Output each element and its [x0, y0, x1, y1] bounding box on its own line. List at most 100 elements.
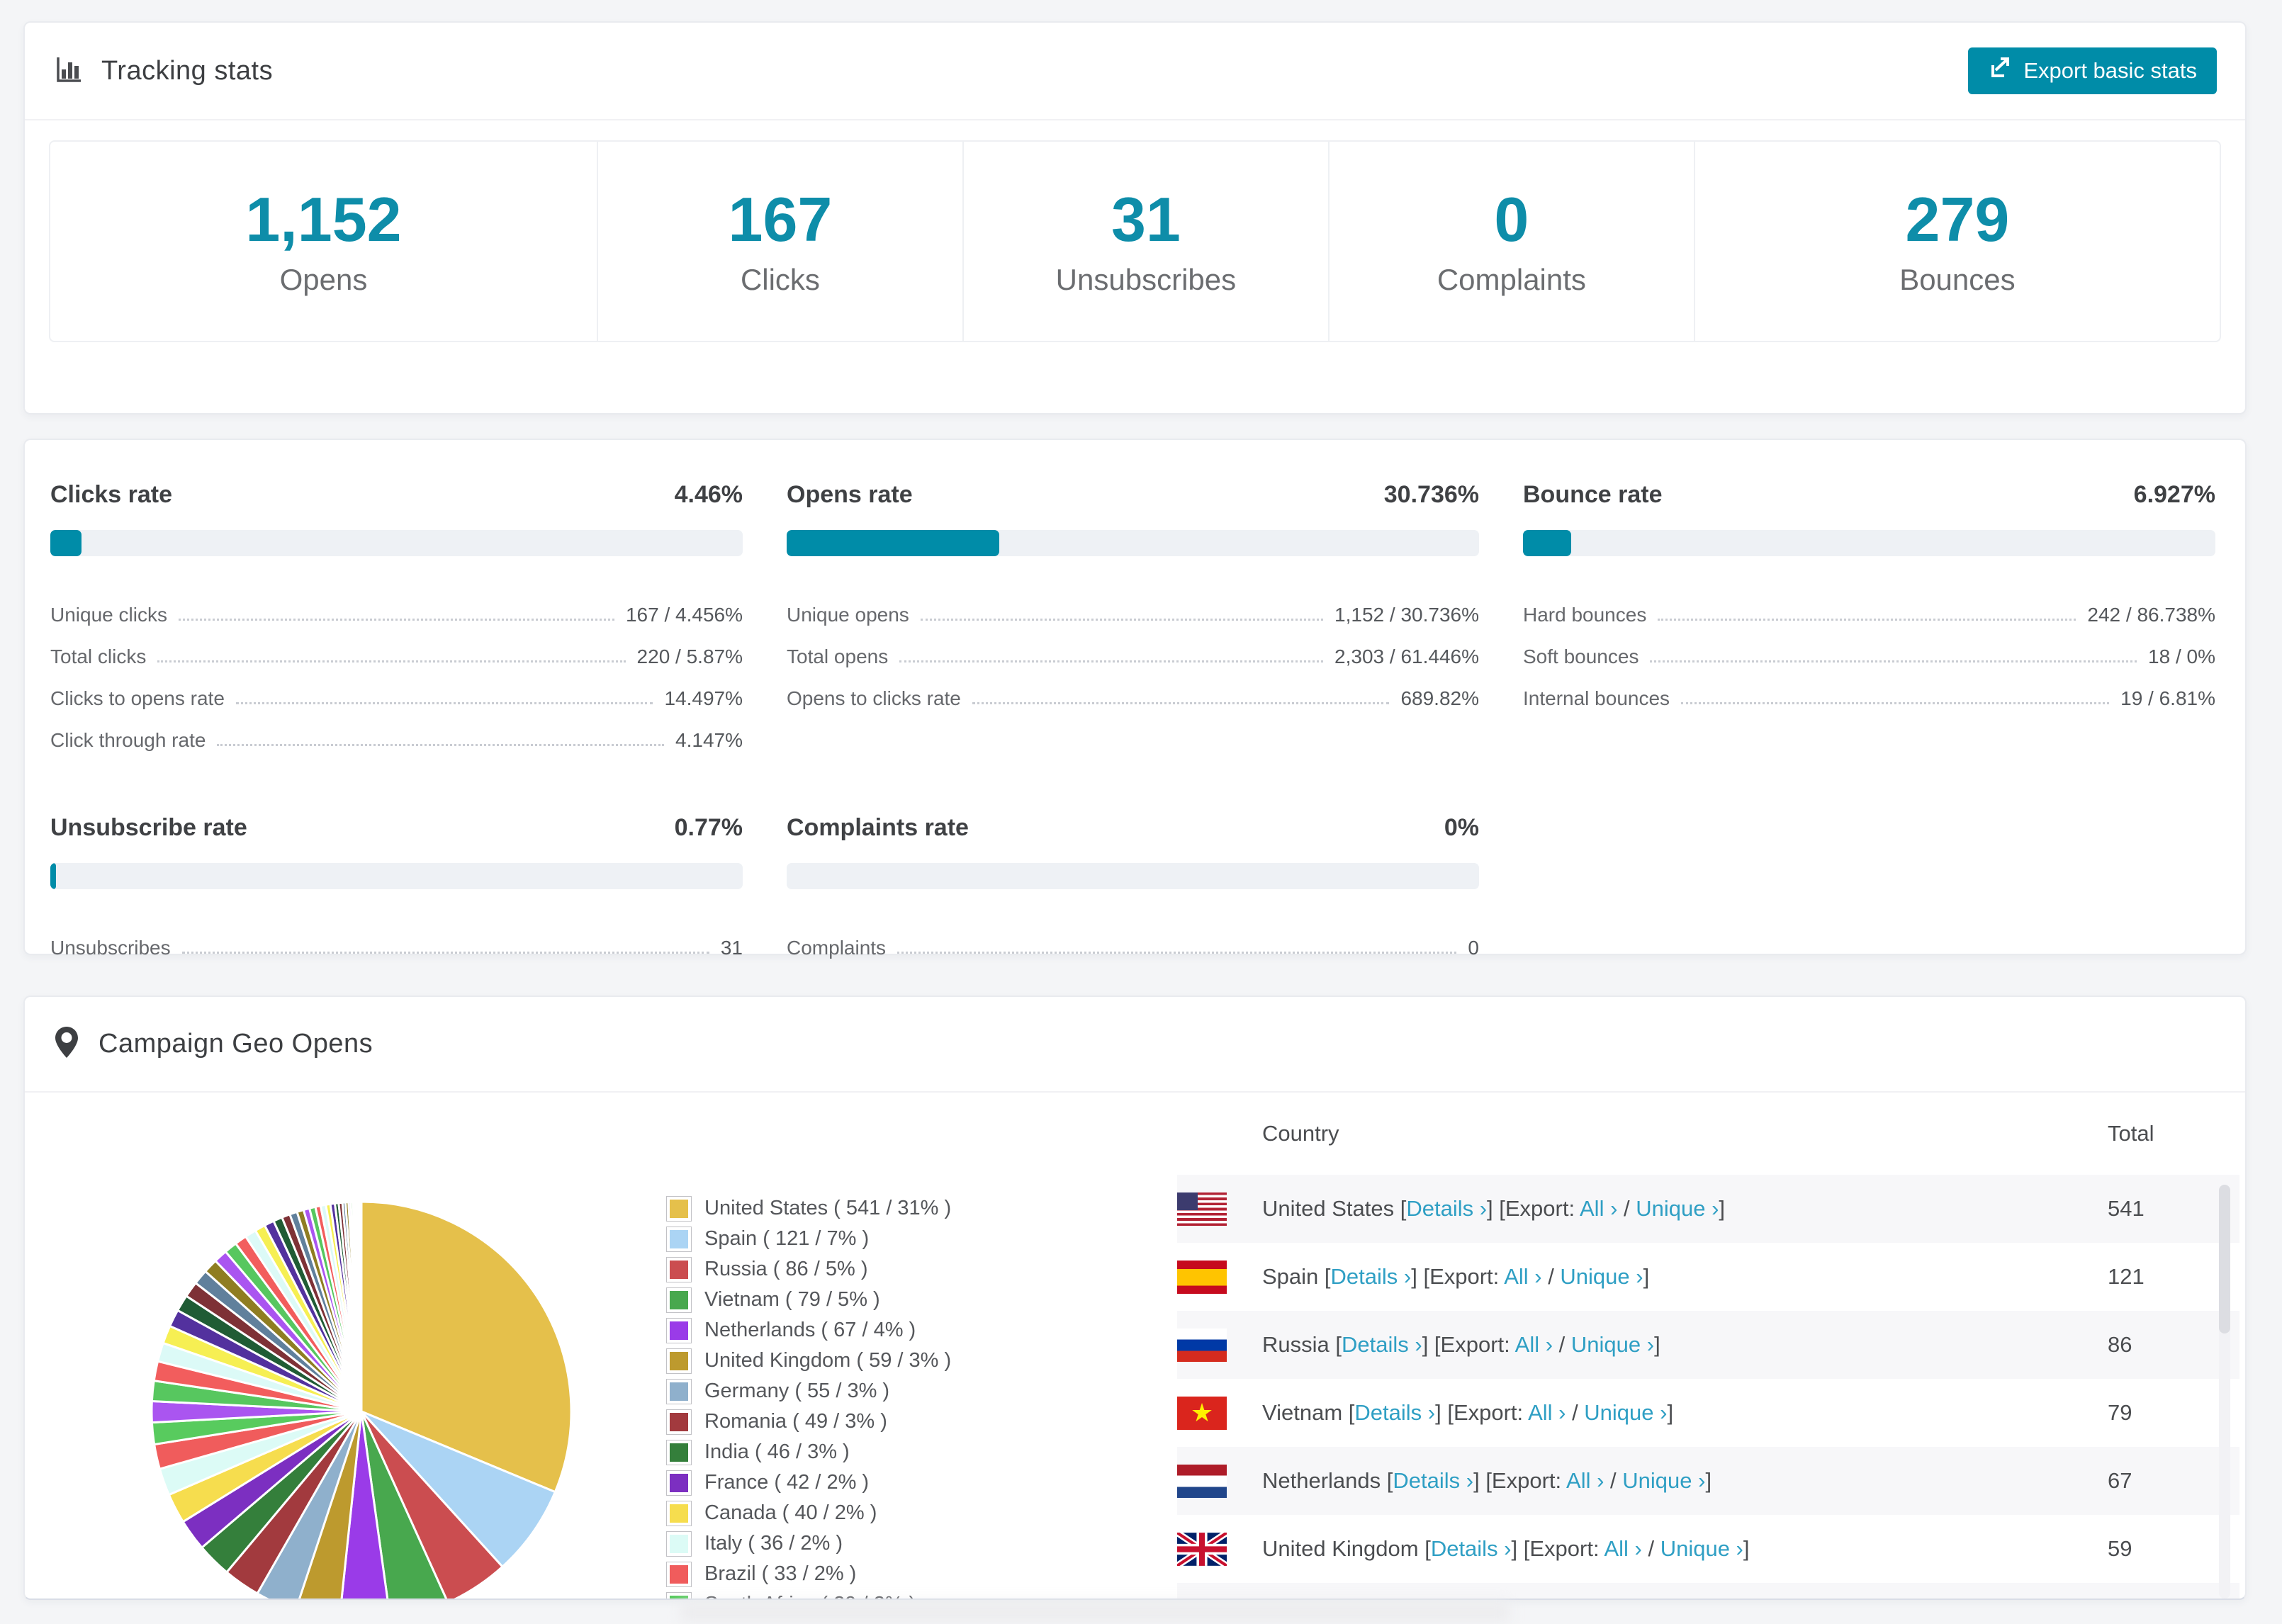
es-flag [1177, 1260, 1227, 1294]
dotted-leader [1681, 702, 2110, 704]
rate-row-value: 0 [1468, 937, 1479, 959]
legend-label: India ( 46 / 3% ) [704, 1440, 850, 1463]
country-name: Spain [1262, 1264, 1319, 1289]
rate-card-header: Unsubscribe rate 0.77% [50, 814, 743, 842]
export-unique-link[interactable]: Unique › [1636, 1196, 1719, 1221]
legend-item: South Africa ( 29 / 2% ) [666, 1589, 951, 1598]
rate-percent: 0% [1444, 814, 1479, 841]
table-scrollbar[interactable] [2219, 1185, 2230, 1598]
geo-table-row-united-states: United States [Details ›] [Export: All ›… [1177, 1175, 2239, 1243]
progress-bar-fill [787, 530, 1000, 556]
table-scrollbar-thumb[interactable] [2219, 1185, 2230, 1333]
rate-row: Opens to clicks rate 689.82% [787, 668, 1479, 710]
export-all-link[interactable]: All › [1515, 1332, 1553, 1357]
export-unique-link[interactable]: Unique › [1560, 1264, 1643, 1289]
details-link[interactable]: Details › [1331, 1264, 1412, 1289]
country-cell: United States [Details ›] [Export: All ›… [1262, 1196, 1726, 1221]
stat-value: 31 [1111, 184, 1181, 254]
export-all-link[interactable]: All › [1604, 1536, 1641, 1561]
campaign-geo-opens-card: Campaign Geo Opens United States ( 541 /… [23, 996, 2247, 1600]
geo-body: United States ( 541 / 31% ) Spain ( 121 /… [25, 1093, 2245, 1598]
country-cell: Netherlands [Details ›] [Export: All › /… [1262, 1468, 1712, 1493]
progress-bar [50, 530, 743, 556]
export-unique-link[interactable]: Unique › [1622, 1468, 1705, 1493]
legend-swatch [666, 1591, 692, 1598]
progress-bar [787, 863, 1479, 889]
progress-bar [50, 863, 743, 889]
export-unique-link[interactable]: Unique › [1571, 1332, 1654, 1357]
legend-label: United States ( 541 / 31% ) [704, 1197, 952, 1219]
stat-box-unsubscribes: 31 Unsubscribes [962, 142, 1328, 341]
legend-label: France ( 42 / 2% ) [704, 1471, 870, 1494]
export-icon [1988, 56, 2012, 86]
details-link[interactable]: Details › [1342, 1332, 1422, 1357]
legend-label: Russia ( 86 / 5% ) [704, 1258, 868, 1280]
export-all-link[interactable]: All › [1566, 1468, 1604, 1493]
geo-title: Campaign Geo Opens [99, 1029, 373, 1059]
country-name: United Kingdom [1262, 1536, 1419, 1561]
dotted-leader [1658, 619, 2076, 621]
legend-item: India ( 46 / 3% ) [666, 1437, 951, 1467]
rate-row: Unique opens 1,152 / 30.736% [787, 585, 1479, 626]
dotted-leader [235, 702, 653, 704]
export-unique-link[interactable]: Unique › [1660, 1536, 1743, 1561]
rate-row-value: 31 [720, 937, 743, 959]
rates-grid: Clicks rate 4.46% Unique clicks 167 / 4.456… [25, 440, 2245, 959]
geo-table-row-netherlands: Netherlands [Details ›] [Export: All › /… [1177, 1447, 2239, 1515]
progress-bar-fill [50, 863, 56, 889]
dotted-leader [899, 660, 1324, 662]
rate-title: Bounce rate [1523, 481, 1663, 508]
dotted-leader [920, 619, 1324, 621]
details-link[interactable]: Details › [1354, 1400, 1435, 1425]
rate-row-value: 220 / 5.87% [636, 645, 743, 667]
rate-row-value: 19 / 6.81% [2120, 687, 2215, 709]
rate-row-label: Unique clicks [50, 604, 167, 626]
country-name: Russia [1262, 1332, 1330, 1357]
column-header-country: Country [1262, 1121, 1339, 1146]
legend-label: United Kingdom ( 59 / 3% ) [704, 1349, 952, 1372]
stat-box-clicks: 167 Clicks [596, 142, 962, 341]
country-name: Netherlands [1262, 1468, 1381, 1493]
legend-swatch [666, 1378, 692, 1404]
legend-swatch [666, 1348, 692, 1374]
rate-row-label: Soft bounces [1523, 645, 1639, 667]
progress-bar [1523, 530, 2215, 556]
rate-percent: 30.736% [1383, 481, 1479, 508]
rate-row-label: Unsubscribes [50, 937, 171, 959]
details-link[interactable]: Details › [1431, 1536, 1512, 1561]
dotted-leader [178, 619, 614, 621]
geo-table-row-germany: Germany [Details ›] [Export: All › / Uni… [1177, 1583, 2239, 1598]
stat-value: 167 [728, 184, 833, 254]
geo-table-row-united-kingdom: United Kingdom [Details ›] [Export: All … [1177, 1515, 2239, 1583]
tracking-stats-card: Tracking stats Export basic stats 1,152 O… [23, 21, 2247, 415]
legend-item: Vietnam ( 79 / 5% ) [666, 1285, 951, 1315]
export-basic-stats-button[interactable]: Export basic stats [1968, 47, 2217, 94]
export-all-link[interactable]: All › [1504, 1264, 1541, 1289]
rate-row-value: 2,303 / 61.446% [1334, 645, 1479, 667]
page-title: Tracking stats [101, 55, 274, 86]
geo-table-row-vietnam: ★ Vietnam [Details ›] [Export: All › / Un… [1177, 1379, 2239, 1447]
details-link[interactable]: Details › [1393, 1468, 1473, 1493]
legend-label: Germany ( 55 / 3% ) [704, 1380, 890, 1402]
legend-label: Romania ( 49 / 3% ) [704, 1410, 887, 1433]
stat-label: Clicks [740, 262, 820, 296]
rates-card: Clicks rate 4.46% Unique clicks 167 / 4.456… [23, 439, 2247, 959]
export-all-link[interactable]: All › [1580, 1196, 1617, 1221]
export-all-link[interactable]: All › [1528, 1400, 1566, 1425]
export-unique-link[interactable]: Unique › [1584, 1400, 1667, 1425]
legend-label: Vietnam ( 79 / 5% ) [704, 1288, 880, 1311]
rate-percent: 4.46% [674, 481, 743, 508]
country-cell: United Kingdom [Details ›] [Export: All … [1262, 1536, 1750, 1561]
stat-box-complaints: 0 Complaints [1327, 142, 1694, 341]
rate-title: Unsubscribe rate [50, 814, 247, 841]
rate-row-label: Internal bounces [1523, 687, 1670, 709]
dashboard-page: Tracking stats Export basic stats 1,152 O… [0, 0, 2282, 1624]
rate-title: Opens rate [787, 481, 913, 508]
legend-label: Netherlands ( 67 / 4% ) [704, 1319, 916, 1341]
legend-label: Italy ( 36 / 2% ) [704, 1532, 843, 1555]
stat-label: Opens [279, 262, 368, 296]
legend-item: Brazil ( 33 / 2% ) [666, 1559, 951, 1589]
page-bottom-shadow [680, 1603, 1510, 1621]
legend-swatch [666, 1470, 692, 1496]
details-link[interactable]: Details › [1406, 1196, 1487, 1221]
